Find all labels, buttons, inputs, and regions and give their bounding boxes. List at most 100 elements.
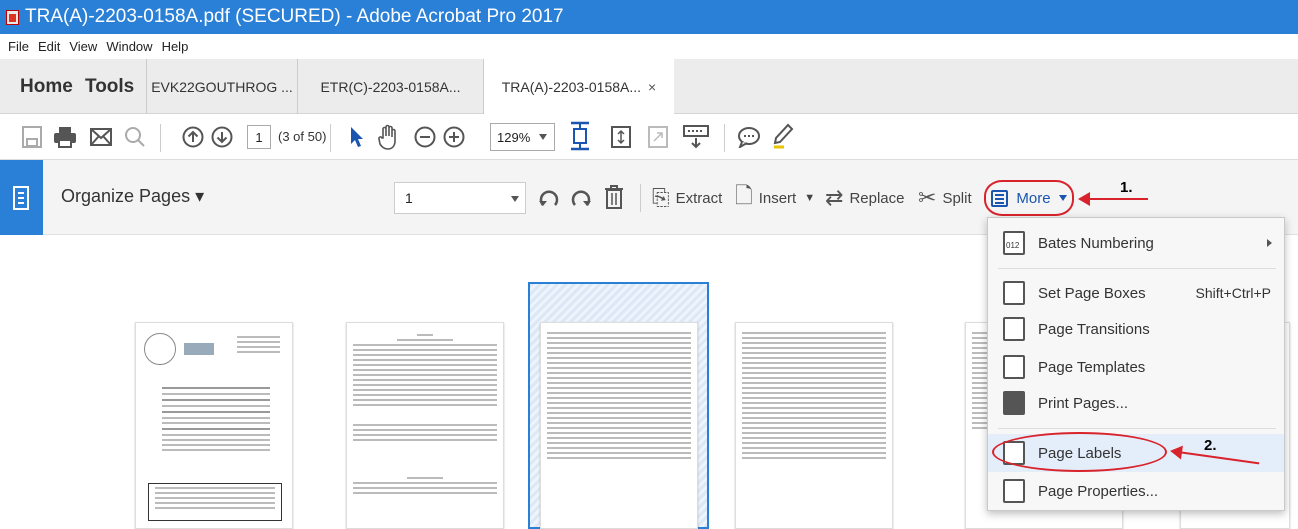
scissors-icon: ✂	[918, 185, 937, 210]
annotation-step-1: 1.	[1120, 179, 1133, 196]
extract-button[interactable]: ⎘ Extract	[652, 183, 722, 213]
zoom-in-icon[interactable]	[441, 124, 467, 150]
menu-item-print-pages[interactable]: Print Pages...	[988, 384, 1284, 422]
page-thumbnail[interactable]	[135, 322, 293, 529]
menu-view[interactable]: View	[69, 39, 97, 54]
page-range-input[interactable]: 1	[394, 182, 526, 214]
page-thumbnail-selected[interactable]	[540, 322, 698, 529]
next-page-icon[interactable]	[209, 124, 235, 150]
split-label: Split	[942, 189, 972, 207]
home-tab[interactable]: Home	[20, 59, 73, 114]
menu-item-label: Page Properties...	[1038, 482, 1159, 500]
tab-label: ETR(C)-2203-0158A...	[320, 78, 461, 95]
zoom-out-icon[interactable]	[412, 124, 438, 150]
tools-tab[interactable]: Tools	[85, 59, 134, 114]
toolbar-divider	[330, 124, 331, 152]
chevron-down-icon: ▼	[804, 192, 816, 204]
annotation-step-2: 2.	[1204, 437, 1217, 454]
menu-item-shortcut: Shift+Ctrl+P	[1195, 285, 1271, 301]
menu-item-label: Bates Numbering	[1038, 234, 1154, 252]
menu-edit[interactable]: Edit	[38, 39, 60, 54]
zoom-value: 129%	[497, 129, 531, 145]
menu-divider	[998, 268, 1276, 269]
page-count: (3 of 50)	[278, 129, 327, 144]
menu-item-label: Page Templates	[1038, 358, 1146, 376]
page-range-value: 1	[405, 190, 413, 206]
hand-tool-icon[interactable]	[375, 122, 401, 152]
menu-divider	[998, 428, 1276, 429]
toolbar-divider	[160, 124, 161, 152]
seal-image	[144, 333, 176, 365]
annotation-oval-page-labels	[992, 432, 1167, 472]
insert-label: Insert	[758, 189, 797, 207]
page-number-input[interactable]: 1	[247, 125, 271, 149]
chevron-right-icon	[1267, 239, 1272, 247]
chevron-down-icon	[511, 196, 519, 202]
stamp-image	[184, 343, 214, 355]
organize-panel-toggle[interactable]	[0, 160, 43, 235]
print-icon[interactable]	[52, 124, 78, 150]
menu-item-set-page-boxes[interactable]: Set Page Boxes Shift+Ctrl+P	[988, 274, 1284, 312]
rotate-right-icon[interactable]	[568, 184, 594, 212]
menu-item-label: Page Transitions	[1038, 320, 1150, 338]
toolbar-divider	[640, 184, 641, 212]
rotate-left-icon[interactable]	[536, 184, 562, 212]
menu-item-page-transitions[interactable]: Page Transitions	[988, 310, 1284, 348]
print-icon	[1003, 391, 1025, 415]
save-icon[interactable]	[20, 124, 44, 150]
fit-page-icon[interactable]	[567, 120, 593, 152]
tab-document-1[interactable]: EVK22GOUTHROG ...	[146, 59, 298, 114]
replace-label: Replace	[849, 189, 905, 207]
tab-document-2[interactable]: ETR(C)-2203-0158A...	[298, 59, 484, 114]
more-button[interactable]: More	[984, 180, 1074, 216]
bates-icon: 012	[1003, 231, 1025, 255]
toolbar-divider	[724, 124, 725, 152]
tab-label: EVK22GOUTHROG ...	[151, 78, 293, 95]
extract-label: Extract	[675, 189, 723, 207]
read-mode-icon[interactable]	[682, 124, 710, 150]
menu-file[interactable]: File	[8, 39, 29, 54]
crop-icon	[1003, 281, 1025, 305]
tab-label: TRA(A)-2203-0158A...	[501, 79, 642, 95]
list-icon	[991, 189, 1009, 207]
zoom-dropdown[interactable]: 129%	[490, 123, 555, 151]
search-icon[interactable]	[122, 124, 148, 150]
comment-icon[interactable]	[736, 124, 762, 150]
previous-page-icon[interactable]	[180, 124, 206, 150]
title-bar: TRA(A)-2203-0158A.pdf (SECURED) - Adobe …	[0, 0, 1298, 34]
page-thumbnail[interactable]	[346, 322, 504, 529]
insert-button[interactable]: 🗋 Insert ▼	[735, 183, 815, 213]
organize-pages-title[interactable]: Organize Pages ▾	[61, 186, 204, 207]
page-properties-icon	[1003, 479, 1025, 503]
templates-icon	[1003, 355, 1025, 379]
menu-help[interactable]: Help	[162, 39, 189, 54]
chevron-down-icon	[1058, 195, 1067, 201]
select-tool-icon[interactable]	[346, 124, 368, 150]
chevron-down-icon	[539, 134, 547, 140]
replace-icon: ⇄	[825, 185, 844, 210]
menu-item-label: Set Page Boxes	[1038, 284, 1146, 302]
replace-button[interactable]: ⇄ Replace	[825, 183, 904, 213]
menu-item-page-properties[interactable]: Page Properties...	[988, 472, 1284, 510]
highlight-pen-icon[interactable]	[770, 122, 796, 150]
scroll-mode-icon[interactable]	[608, 124, 634, 150]
tab-close-icon[interactable]: ×	[648, 79, 656, 95]
menu-item-page-templates[interactable]: Page Templates	[988, 348, 1284, 386]
page-thumbnail[interactable]	[735, 322, 893, 529]
delete-icon[interactable]	[601, 182, 627, 212]
window-title: TRA(A)-2203-0158A.pdf (SECURED) - Adobe …	[25, 6, 564, 27]
insert-page-icon: 🗋	[735, 183, 753, 208]
pdf-file-icon	[6, 9, 19, 25]
more-label: More	[1016, 189, 1051, 207]
menu-window[interactable]: Window	[106, 39, 152, 54]
tab-bar: Home Tools EVK22GOUTHROG ... ETR(C)-2203…	[0, 59, 1298, 115]
email-icon[interactable]	[88, 124, 114, 150]
split-button[interactable]: ✂ Split	[918, 183, 972, 213]
extract-icon: ⎘	[652, 185, 670, 210]
menu-item-label: Print Pages...	[1038, 394, 1129, 412]
annotation-arrow-1	[1078, 192, 1148, 206]
menu-item-bates-numbering[interactable]: 012 Bates Numbering	[988, 224, 1284, 262]
tab-document-3-active[interactable]: TRA(A)-2203-0158A... ×	[484, 59, 674, 115]
full-screen-icon[interactable]	[645, 124, 671, 150]
transitions-icon	[1003, 317, 1025, 341]
